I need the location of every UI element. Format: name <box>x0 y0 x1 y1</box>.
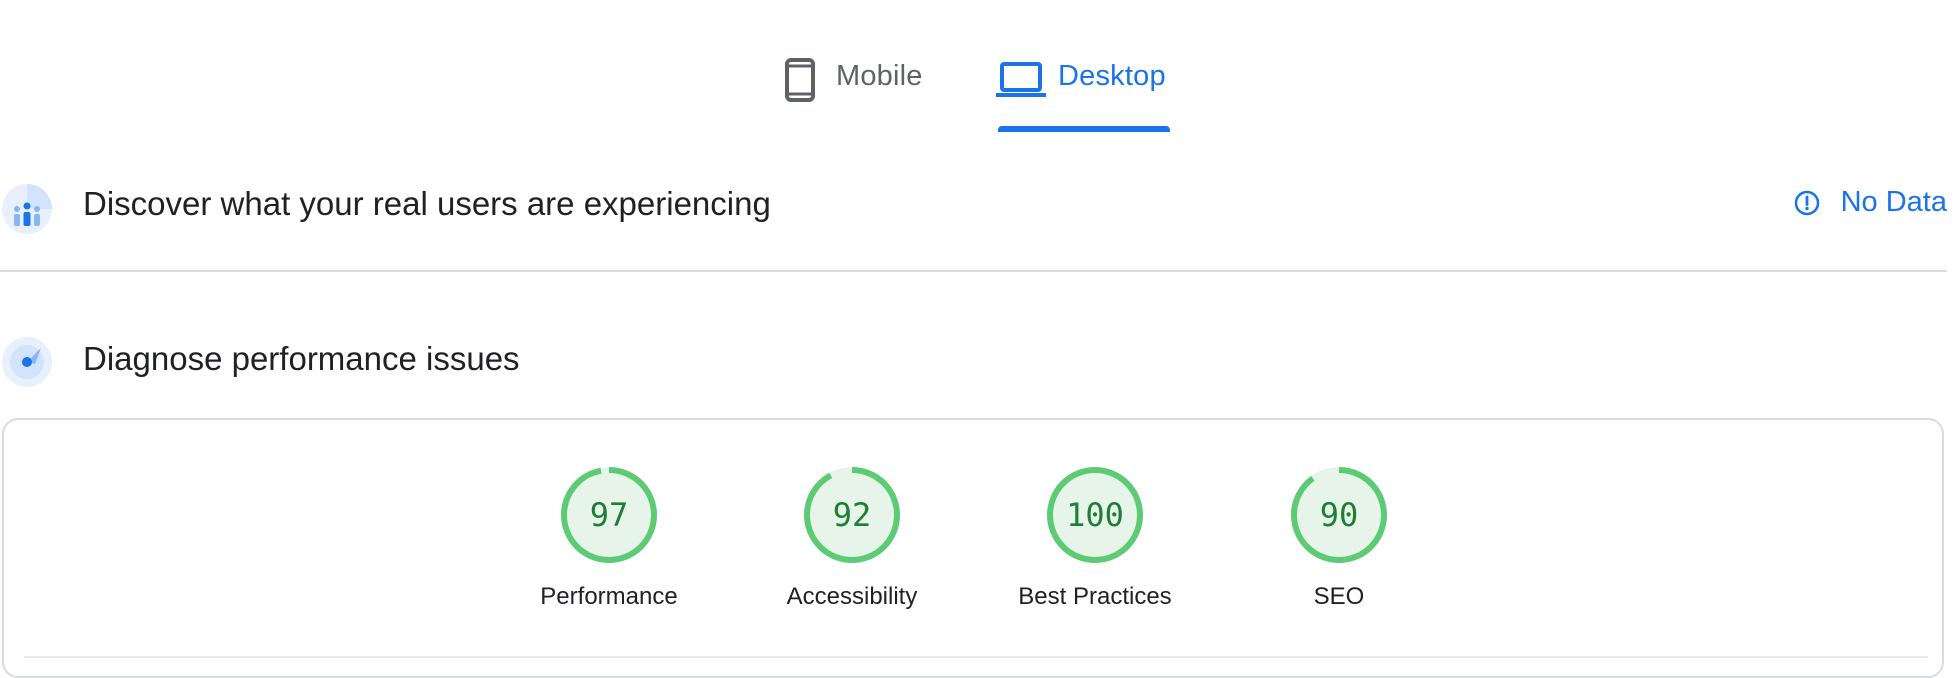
lab-data-title: Diagnose performance issues <box>83 340 520 377</box>
gauge-label: Performance <box>540 583 678 610</box>
users-chart-icon <box>2 184 52 234</box>
gauge-best-practices[interactable]: 100 Best Practices <box>1005 465 1185 611</box>
no-data-label: No Data <box>1840 186 1947 218</box>
gauge-label: Best Practices <box>1018 583 1172 610</box>
gauge-score: 90 <box>1320 496 1359 534</box>
scores-card <box>2 418 1944 678</box>
active-tab-indicator <box>998 126 1170 132</box>
tab-mobile-label: Mobile <box>836 60 923 92</box>
info-icon <box>1794 190 1819 215</box>
gauge-ring: 90 <box>1291 467 1387 563</box>
form-factor-tabs: Mobile Desktop <box>0 0 1960 132</box>
diagnostics-gauge-icon <box>2 337 52 387</box>
gauge-ring: 92 <box>804 467 900 563</box>
gauge-score: 92 <box>833 496 872 534</box>
gauge-seo[interactable]: 90 SEO <box>1249 465 1429 611</box>
gauge-score: 100 <box>1066 496 1124 534</box>
gauge-accessibility[interactable]: 92 Accessibility <box>762 465 942 611</box>
laptop-icon <box>996 62 1046 97</box>
field-data-section: Discover what your real users are experi… <box>0 160 1947 272</box>
tab-desktop[interactable]: Desktop <box>996 52 1166 132</box>
field-data-title: Discover what your real users are experi… <box>83 185 771 222</box>
tab-mobile[interactable]: Mobile <box>774 52 923 132</box>
smartphone-icon <box>785 58 815 102</box>
gauge-score: 97 <box>590 496 629 534</box>
gauge-label: Accessibility <box>786 583 918 610</box>
tab-desktop-label: Desktop <box>1058 60 1166 92</box>
gauge-ring: 97 <box>561 467 657 563</box>
gauge-label: SEO <box>1313 583 1365 610</box>
no-data-link[interactable]: No Data <box>1793 186 1947 219</box>
lab-data-section: Diagnose performance issues <box>0 315 1947 405</box>
gauge-performance[interactable]: 97 Performance <box>519 465 699 611</box>
gauge-ring: 100 <box>1047 467 1143 563</box>
card-divider <box>24 656 1928 658</box>
